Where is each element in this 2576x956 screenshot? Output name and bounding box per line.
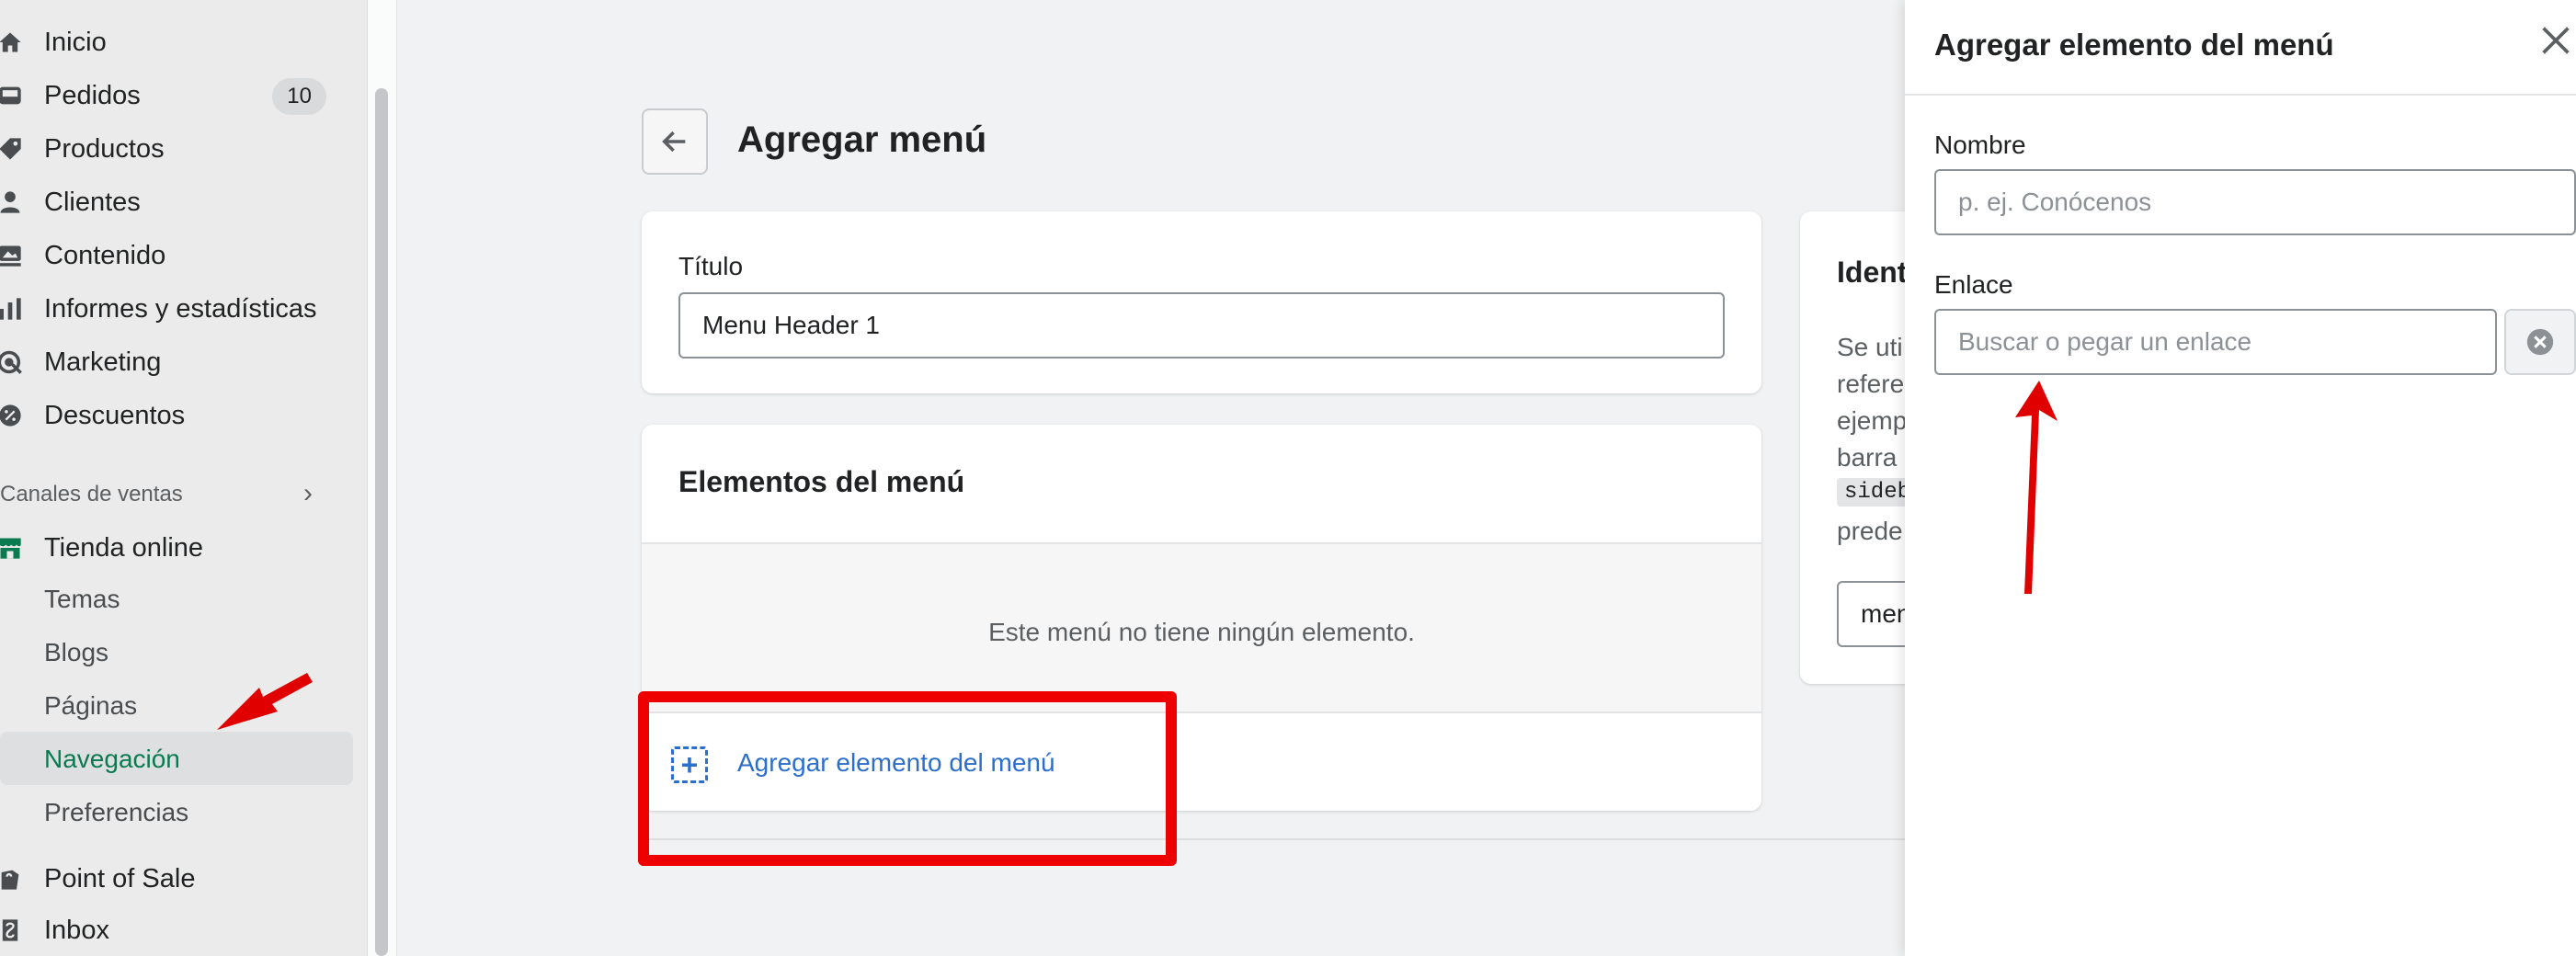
clear-link-button[interactable] <box>2504 309 2576 375</box>
tag-icon <box>0 135 24 163</box>
discount-icon <box>0 402 24 429</box>
handle-card-title: Ident <box>1837 256 1908 289</box>
close-icon <box>2542 27 2570 54</box>
sidebar-subitem-blogs[interactable]: Blogs <box>44 638 108 667</box>
page-title: Agregar menú <box>737 120 987 160</box>
highlight-box <box>638 691 1177 866</box>
name-input[interactable] <box>1934 169 2576 235</box>
home-icon <box>0 28 24 56</box>
sidebar-subitem-paginas[interactable]: Páginas <box>44 691 137 721</box>
person-icon <box>0 188 24 216</box>
sidebar-item-label: Descuentos <box>44 400 186 430</box>
handle-card-text-line: barra <box>1837 443 1898 472</box>
close-button[interactable] <box>2536 20 2576 61</box>
store-icon <box>0 534 24 562</box>
pos-icon <box>0 865 24 893</box>
orders-icon <box>0 82 24 109</box>
sidebar-subitem-preferencias[interactable]: Preferencias <box>44 798 188 827</box>
arrow-left-icon <box>662 131 686 153</box>
title-input[interactable] <box>678 292 1725 358</box>
inbox-icon <box>0 916 24 944</box>
handle-card-text-line: Se uti <box>1837 333 1903 361</box>
clear-circle-icon <box>2526 328 2554 356</box>
add-menu-item-drawer: Agregar elemento del menú Nombre Enlace <box>1905 0 2576 956</box>
handle-card-text-line: ejemp <box>1837 406 1908 435</box>
title-card: Título <box>642 211 1761 393</box>
sidebar-item-label: Informes y estadísticas <box>44 293 317 324</box>
title-label: Título <box>678 252 744 280</box>
content-icon <box>0 242 24 269</box>
link-search-input[interactable] <box>1934 309 2497 375</box>
sidebar-item-label: Contenido <box>44 240 166 270</box>
empty-state: Este menú no tiene ningún elemento. <box>642 542 1761 713</box>
drawer-title: Agregar elemento del menú <box>1934 28 2334 62</box>
sidebar-item-label: Inicio <box>44 27 107 57</box>
sidebar-item-label: Point of Sale <box>44 863 196 893</box>
sidebar: Inicio Pedidos 10 Productos Clientes Con… <box>0 0 368 956</box>
sidebar-item-label: Productos <box>44 133 165 164</box>
sidebar-subitem-temas[interactable]: Temas <box>44 585 120 614</box>
menu-items-heading: Elementos del menú <box>678 465 965 498</box>
section-label-sales-channels: Canales de ventas <box>0 482 183 506</box>
link-label: Enlace <box>1934 270 2013 299</box>
handle-card-text-line: prede <box>1837 517 1903 545</box>
drawer-header: Agregar elemento del menú <box>1905 0 2576 96</box>
sidebar-item-label: Pedidos <box>44 80 141 110</box>
name-label: Nombre <box>1934 131 2026 159</box>
sidebar-item-label: Clientes <box>44 187 141 217</box>
back-button[interactable] <box>642 108 708 175</box>
sidebar-item-label: Marketing <box>44 347 162 377</box>
marketing-icon <box>0 348 24 376</box>
handle-card-text-line: refere <box>1837 370 1905 398</box>
empty-state-text: Este menú no tiene ningún elemento. <box>988 618 1415 646</box>
sidebar-scrollbar-thumb[interactable] <box>375 88 388 956</box>
orders-count-badge: 10 <box>272 78 326 115</box>
sidebar-item-label: Inbox <box>44 915 109 945</box>
sidebar-item-label: Tienda online <box>44 532 204 563</box>
chevron-right-icon[interactable]: › <box>303 478 313 509</box>
bar-chart-icon <box>0 295 24 323</box>
sidebar-subitem-navegacion[interactable]: Navegación <box>44 745 180 774</box>
